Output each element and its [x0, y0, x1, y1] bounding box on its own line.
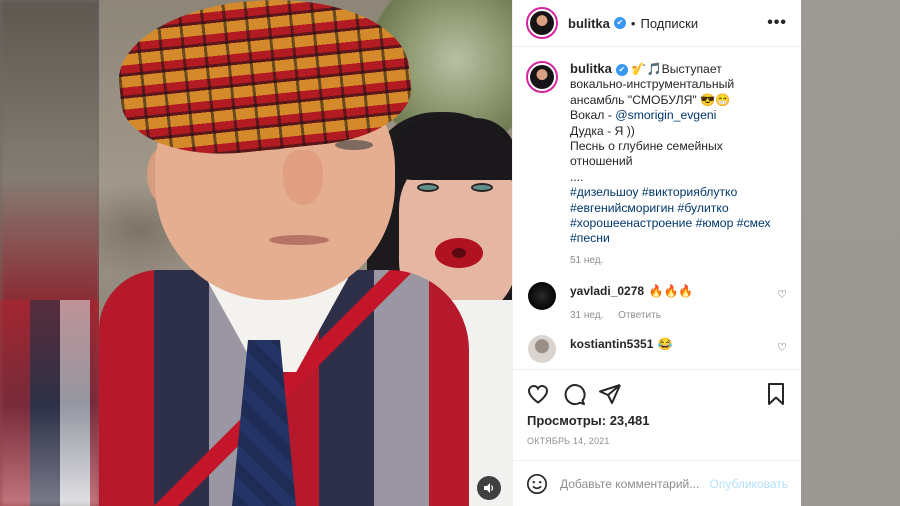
caption-duduk: Дудка - Я )): [570, 123, 635, 138]
hashtags[interactable]: #дизельшоу #викторияблутко #евгенийсмори…: [570, 185, 771, 245]
mention-link[interactable]: @smorigin_evgeni: [615, 108, 716, 122]
following-button[interactable]: Подписки: [640, 16, 698, 31]
caption-avatar[interactable]: [526, 61, 558, 93]
bookmark-icon[interactable]: [764, 382, 788, 406]
backdrop-left-pattern: [0, 300, 100, 506]
reply-button[interactable]: Ответить: [618, 310, 661, 321]
woman-eye-left: [417, 183, 439, 192]
heart-icon[interactable]: [526, 382, 550, 406]
post-sidebar: bulitka ✔ • Подписки ••• bulitka ✔ 🎷🎵Выст…: [512, 0, 801, 506]
woman-bangs: [391, 118, 512, 180]
comment-row: kostiantin5351 😂 ♡: [526, 335, 787, 364]
instagram-post: bulitka ✔ • Подписки ••• bulitka ✔ 🎷🎵Выст…: [99, 0, 801, 506]
more-options-icon[interactable]: •••: [767, 14, 787, 32]
action-bar: [513, 369, 801, 417]
caption-song: Песнь о глубине семейных отношений: [570, 139, 723, 169]
comment-input[interactable]: [560, 476, 700, 491]
separator-dot: •: [630, 15, 636, 31]
post-header: bulitka ✔ • Подписки •••: [513, 0, 801, 47]
author-username[interactable]: bulitka: [568, 16, 610, 31]
comment-text: 😂: [657, 337, 673, 352]
comment-text: 🔥🔥🔥: [648, 284, 694, 299]
commenter-username[interactable]: kostiantin5351: [570, 337, 653, 351]
backdrop-right: [800, 0, 900, 506]
like-comment-icon[interactable]: ♡: [777, 288, 787, 301]
emoji-icon[interactable]: [526, 473, 548, 495]
comment-age: 31 нед.: [570, 310, 604, 322]
verified-icon: ✔: [613, 17, 626, 29]
share-icon[interactable]: [598, 382, 622, 406]
publish-button[interactable]: Опубликовать: [710, 477, 788, 491]
views-count[interactable]: Просмотры: 23,481: [513, 413, 801, 428]
caption-age: 51 нед.: [570, 254, 604, 266]
commenter-avatar[interactable]: [528, 282, 556, 311]
post-video[interactable]: [99, 0, 512, 506]
verified-icon: ✔: [615, 63, 628, 76]
speaker-icon[interactable]: [477, 476, 501, 500]
caption-username[interactable]: bulitka: [570, 61, 612, 76]
commenter-username[interactable]: yavladi_0278: [570, 284, 644, 298]
comments-list[interactable]: bulitka ✔ 🎷🎵Выступает вокально-инструмент…: [513, 47, 801, 369]
post-date[interactable]: ОКТЯБРЬ 14, 2021: [513, 436, 801, 446]
commenter-avatar[interactable]: [528, 335, 556, 364]
comment-composer: Опубликовать: [513, 460, 801, 506]
woman-eye-right: [471, 183, 493, 192]
comment-row: yavladi_0278 🔥🔥🔥 31 нед. Ответить ♡: [526, 282, 787, 321]
man-nose: [283, 150, 323, 205]
comment-icon[interactable]: [562, 382, 586, 406]
caption: bulitka ✔ 🎷🎵Выступает вокально-инструмент…: [526, 61, 787, 268]
caption-text: bulitka ✔ 🎷🎵Выступает вокально-инструмент…: [570, 61, 780, 268]
author-avatar[interactable]: [526, 7, 558, 39]
man-mouth: [269, 235, 329, 245]
like-comment-icon[interactable]: ♡: [777, 341, 787, 354]
caption-ellipsis: ....: [570, 169, 584, 184]
woman-lips: [435, 238, 483, 268]
caption-vocal-prefix: Вокал -: [570, 108, 616, 123]
